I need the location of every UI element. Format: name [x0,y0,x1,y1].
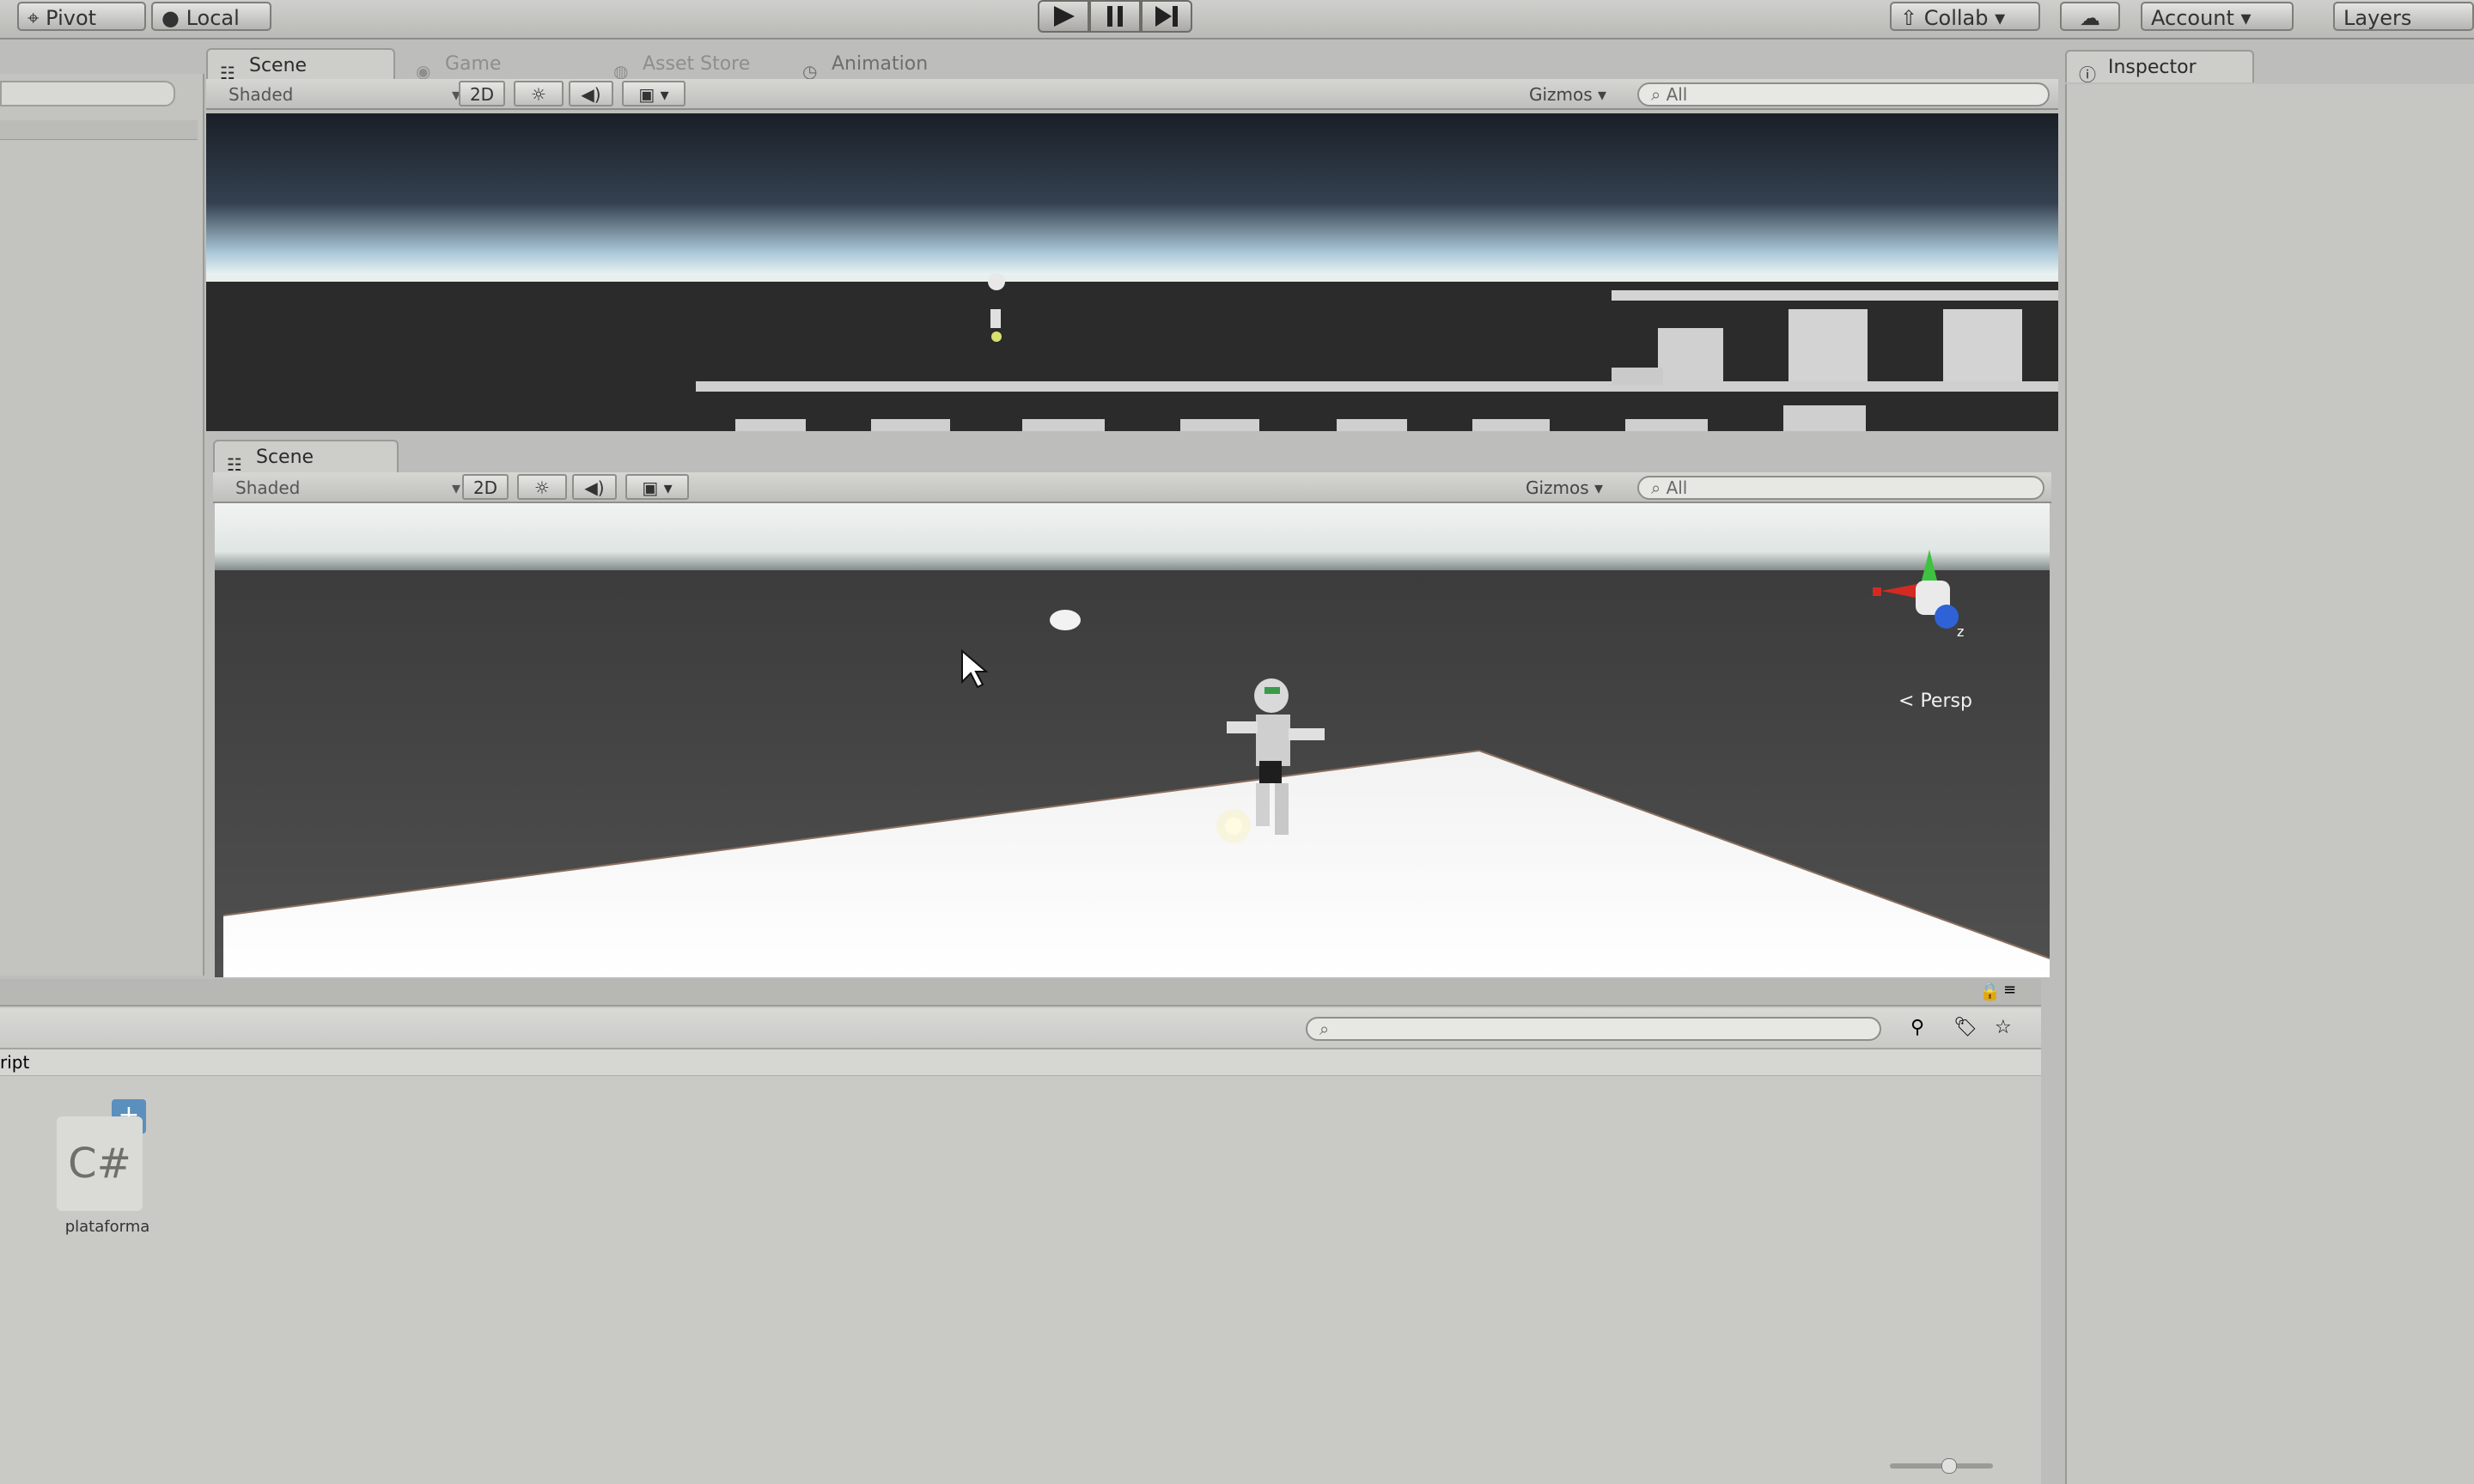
inspector-panel [2065,84,2474,1484]
shading-mode-dropdown[interactable]: Shaded ▾ [229,84,460,105]
scene-toolbar-top: Shaded ▾ 2D ☼ ◀) ▣ ▾ Gizmos ▾ ⌕ All [206,79,2058,110]
effects-dropdown[interactable]: ▣ ▾ [622,81,686,106]
scene-viewport-top[interactable] [206,113,2058,431]
lighting-toggle-lower[interactable]: ☼ [517,474,567,500]
scene-top-render [206,113,2058,431]
cloud-icon: ☁ [2080,6,2100,30]
orientation-gizmo[interactable]: z [1864,546,1976,641]
sun-icon: ☼ [534,477,550,498]
panel-menu-icon[interactable]: ≡ [2003,981,2016,999]
asset-name: plataforma [64,1218,150,1236]
play-icon [1054,6,1075,27]
search-icon: ⌕ [1651,477,1661,498]
cloud-services-button[interactable]: ☁ [2060,2,2120,31]
chevron-left-icon: < [1898,690,1915,712]
gizmos-dropdown-lower[interactable]: Gizmos ▾ [1526,477,1629,498]
globe-icon: ● [161,6,186,30]
asset-item[interactable]: + C# plataforma [52,1099,163,1245]
scene-search-input-lower[interactable]: ⌕ All [1637,476,2044,500]
step-icon [1155,6,1178,27]
sun-icon: ☼ [531,84,546,105]
search-icon: ⌕ [1319,1019,1330,1039]
tab-scene[interactable]: ☷ Scene [206,48,395,83]
toggle-2d-button-lower[interactable]: 2D [462,474,509,500]
scene-search-input[interactable]: ⌕ All [1637,82,2050,106]
tab-game[interactable]: ◉ Game [404,48,558,82]
scene-viewport-bottom[interactable]: z < Persp [215,503,2050,977]
csharp-script-icon: C# [57,1116,143,1211]
hierarchy-header [0,120,198,140]
tab-asset-store[interactable]: ◍ Asset Store [601,48,790,82]
audio-toggle-lower[interactable]: ◀) [572,474,617,500]
pause-icon [1107,6,1123,27]
tab-inspector[interactable]: ⓘ Inspector [2065,50,2254,85]
local-toggle[interactable]: ● Local [151,2,271,31]
speaker-icon: ◀) [581,84,601,105]
scene-toolbar-bottom: Shaded ▾ 2D ☼ ◀) ▣ ▾ Gizmos ▾ ⌕ All [213,472,2051,503]
shading-mode-dropdown-lower[interactable]: Shaded ▾ [235,477,460,498]
filter-by-type-icon[interactable]: ⚲ [1910,1017,1924,1038]
main-toolbar: ⌖ Pivot ● Local ⇧ Collab ▾ ☁ Account ▾ L… [0,0,2474,40]
tab-animation[interactable]: ◷ Animation [790,48,979,82]
slider-thumb[interactable] [1941,1458,1957,1474]
search-icon: ⌕ [1651,84,1661,105]
image-icon: ▣ ▾ [642,477,673,498]
axis-z-label: z [1957,623,1965,640]
asset-size-slider[interactable] [1890,1458,1993,1474]
cloud-upload-icon: ⇧ [1900,6,1924,30]
layers-dropdown[interactable]: Layers [2333,2,2474,31]
toggle-2d-button[interactable]: 2D [459,81,505,106]
project-search-input[interactable]: ⌕ [1306,1017,1881,1041]
audio-toggle[interactable]: ◀) [569,81,613,106]
collab-dropdown[interactable]: ⇧ Collab ▾ [1890,2,2040,31]
pivot-toggle[interactable]: ⌖ Pivot [17,2,146,31]
speaker-icon: ◀) [584,477,605,498]
tab-scene-lower[interactable]: ☷ Scene [213,440,399,475]
pause-button[interactable] [1089,0,1141,33]
effects-dropdown-lower[interactable]: ▣ ▾ [625,474,689,500]
scene-bottom-render [215,503,2050,977]
filter-by-label-icon[interactable]: 🏷 [1953,1017,1977,1038]
step-button[interactable] [1141,0,1192,33]
favorites-star-icon[interactable]: ☆ [1995,1017,2012,1038]
account-dropdown[interactable]: Account ▾ [2141,2,2294,31]
project-toolbar: ⌕ ⚲ 🏷 ☆ [0,1008,2041,1049]
breadcrumb[interactable]: ript [0,1049,2041,1076]
pivot-icon: ⌖ [27,6,46,30]
image-icon: ▣ ▾ [638,84,669,105]
project-header-bar: 🔒 ≡ [0,979,2041,1007]
project-panel: 🔒 ≡ ⌕ ⚲ 🏷 ☆ ript + C# plataforma [0,979,2041,1484]
projection-toggle[interactable]: < Persp [1898,690,1972,712]
play-button[interactable] [1038,0,1089,33]
lighting-toggle[interactable]: ☼ [514,81,564,106]
hierarchy-search[interactable] [0,81,175,106]
hierarchy-panel [0,74,204,976]
gizmos-dropdown[interactable]: Gizmos ▾ [1529,84,1632,105]
lock-icon[interactable]: 🔒 [1979,981,2001,1001]
